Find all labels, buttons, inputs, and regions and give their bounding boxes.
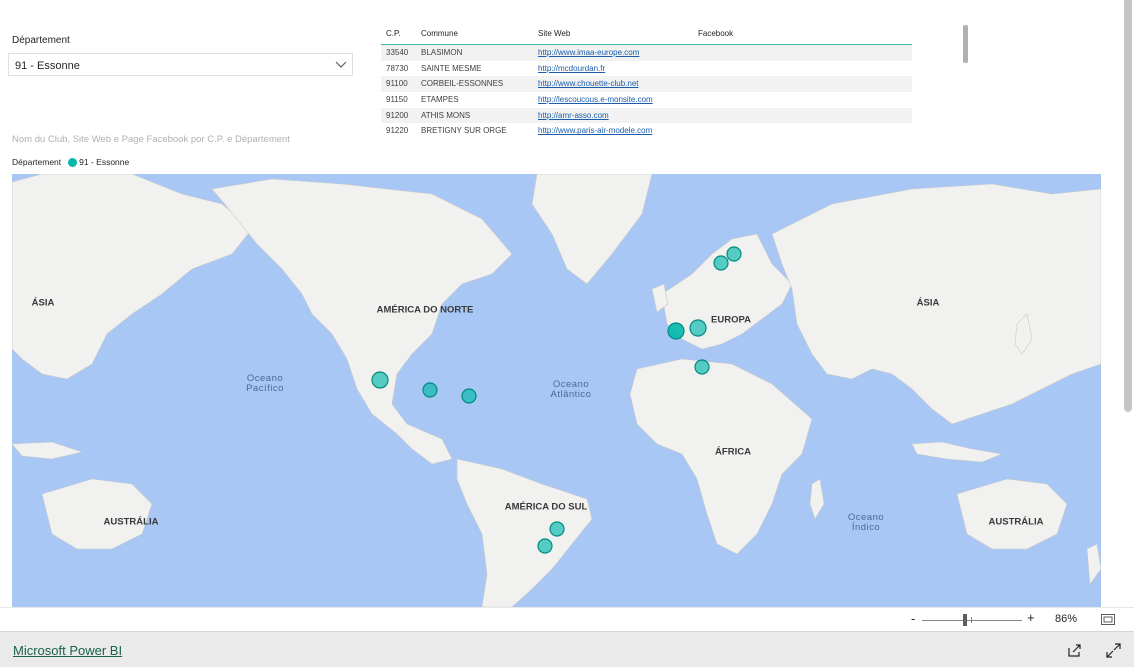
page-scrollbar[interactable]: [1122, 0, 1134, 420]
zoom-percent: 86%: [1055, 613, 1078, 625]
land-new-zealand: [1086, 543, 1101, 585]
zoom-out-button[interactable]: -: [911, 611, 915, 626]
cell-commune: ETAMPES: [421, 95, 459, 105]
zoom-slider-track[interactable]: [922, 620, 1022, 621]
map-point: [689, 319, 707, 337]
power-bi-link[interactable]: Microsoft Power BI: [13, 643, 122, 658]
table-row: 91220 BRETIGNY SUR ORGE http://www.paris…: [381, 123, 912, 135]
legend-dot-icon: [68, 157, 78, 167]
cell-cp: 78730: [386, 63, 409, 73]
table-header: C.P. Commune Site Web Facebook: [381, 27, 912, 45]
map-point: [713, 255, 729, 271]
cell-cp: 91150: [386, 95, 408, 105]
continent-label-south-america: AMÉRICA DO SUL: [504, 501, 588, 513]
map-point: [461, 388, 477, 404]
world-map[interactable]: ÁSIA AMÉRICA DO NORTE EUROPA ÁFRICA ÁSIA…: [12, 174, 1101, 607]
table-row: 91100 CORBEIL-ESSONNES http://www.chouet…: [381, 76, 912, 93]
continent-label-africa: ÁFRICA: [715, 446, 751, 458]
table-body: 33540 BLASIMON http://www.imaa-europe.co…: [381, 45, 912, 135]
fit-to-page-icon[interactable]: [1101, 614, 1115, 625]
land-australia-west: [41, 478, 153, 550]
share-icon[interactable]: [1067, 643, 1082, 658]
cell-cp: 91100: [386, 79, 408, 89]
table-scrollbar[interactable]: [963, 25, 968, 63]
map-point: [371, 371, 389, 389]
map-point: [694, 359, 710, 375]
legend-title: Département: [12, 157, 62, 167]
dropdown-selected-value: 91 - Essonne: [15, 60, 80, 72]
footer-bar: Microsoft Power BI: [0, 631, 1134, 667]
map-point: [422, 382, 438, 398]
map-point: [726, 246, 742, 262]
cell-site-link[interactable]: http://www.paris-air-modele.com: [538, 126, 652, 135]
map-point: [549, 521, 565, 537]
land-greenland: [531, 174, 653, 285]
cell-site-link[interactable]: http://www.chouette-club.net: [538, 79, 639, 88]
cell-site-link[interactable]: http://amr-asso.com: [538, 111, 609, 120]
column-header-commune[interactable]: Commune: [421, 29, 458, 38]
departement-dropdown[interactable]: 91 - Essonne: [8, 53, 353, 76]
ocean-label-atlantic: Oceano Atlântico: [550, 379, 592, 400]
map-subtitle: Nom du Club, Site Web e Page Facebook po…: [12, 134, 290, 145]
page-scrollbar-thumb[interactable]: [1124, 0, 1132, 412]
column-header-site-web[interactable]: Site Web: [538, 29, 570, 38]
continent-label-australia-east: AUSTRÁLIA: [988, 516, 1044, 528]
map-point: [537, 538, 553, 554]
cell-cp: 33540: [386, 48, 409, 57]
club-table: C.P. Commune Site Web Facebook 33540 BLA…: [381, 27, 912, 135]
table-row: 33540 BLASIMON http://www.imaa-europe.co…: [381, 45, 912, 61]
cell-site-link[interactable]: http://mcdourdan.fr: [538, 64, 605, 73]
land-north-america: [211, 178, 513, 465]
map-legend: Département 91 - Essonne: [12, 157, 129, 167]
column-header-cp[interactable]: C.P.: [386, 29, 401, 38]
cell-commune: SAINTE MESME: [421, 63, 482, 73]
land-islands-east: [911, 441, 1004, 463]
land-madagascar: [809, 478, 825, 520]
continent-label-australia-west: AUSTRÁLIA: [103, 516, 159, 528]
legend-item[interactable]: 91 - Essonne: [79, 157, 129, 167]
slicer-title: Département: [12, 35, 70, 46]
continent-label-asia-west: ÁSIA: [31, 297, 55, 309]
ocean-label-pacific: Oceano Pacífico: [246, 373, 284, 394]
map-point: [667, 322, 685, 340]
zoom-bar: - + 86%: [0, 607, 1134, 631]
table-row: 78730 SAINTE MESME http://mcdourdan.fr: [381, 61, 912, 77]
table-row: 91200 ATHIS MONS http://amr-asso.com: [381, 107, 912, 124]
continent-label-asia-east: ÁSIA: [916, 297, 940, 309]
cell-site-link[interactable]: http://www.imaa-europe.com: [538, 48, 639, 57]
zoom-in-button[interactable]: +: [1027, 610, 1035, 625]
zoom-slider-tick: [971, 617, 972, 623]
land-australia-east: [956, 478, 1068, 550]
report-canvas: Département 91 - Essonne C.P. Commune Si…: [0, 0, 1106, 607]
cell-cp: 91220: [386, 126, 409, 135]
continent-label-europe: EUROPA: [711, 314, 751, 326]
land-south-america: [456, 458, 593, 607]
cell-commune: ATHIS MONS: [421, 110, 471, 120]
cell-site-link[interactable]: http://lescoucous.e-monsite.com: [538, 95, 653, 104]
column-header-facebook[interactable]: Facebook: [698, 29, 733, 38]
cell-commune: CORBEIL-ESSONNES: [421, 79, 504, 89]
cell-commune: BRETIGNY SUR ORGE: [421, 126, 507, 135]
cell-commune: BLASIMON: [421, 48, 463, 57]
cell-cp: 91200: [386, 110, 409, 120]
zoom-slider-thumb[interactable]: [963, 614, 967, 626]
continent-label-north-america: AMÉRICA DO NORTE: [376, 304, 474, 316]
table-row: 91150 ETAMPES http://lescoucous.e-monsit…: [381, 92, 912, 108]
land-islands-west: [12, 441, 84, 460]
fullscreen-icon[interactable]: [1106, 643, 1121, 658]
land-asia-west: [12, 174, 253, 380]
ocean-label-indian: Oceano Índico: [847, 512, 885, 533]
chevron-down-icon: [335, 61, 347, 68]
